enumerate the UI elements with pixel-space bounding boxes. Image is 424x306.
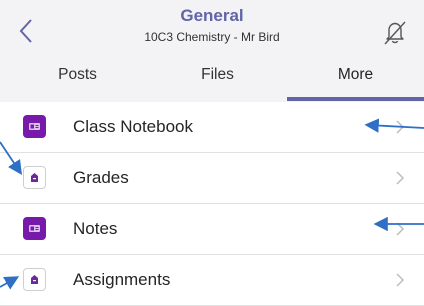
bell-off-icon [384, 21, 406, 45]
notifications-button[interactable] [380, 18, 410, 48]
list-item-label: Notes [73, 219, 118, 238]
apps-list: Class Notebook Grades Notes Assignments [0, 102, 424, 306]
channel-header: General 10C3 Chemistry - Mr Bird [0, 5, 424, 45]
onenote-icon [23, 115, 46, 138]
list-item-label: Assignments [73, 270, 171, 289]
list-item-grades[interactable]: Grades [0, 153, 424, 204]
tab-files[interactable]: Files [160, 58, 275, 98]
chevron-right-icon [396, 120, 405, 134]
tab-more[interactable]: More [298, 58, 413, 98]
list-item-notes[interactable]: Notes [0, 204, 424, 255]
list-item-assignments[interactable]: Assignments [0, 255, 424, 306]
chevron-right-icon [396, 171, 405, 185]
list-item-label: Class Notebook [73, 117, 194, 136]
team-subtitle: 10C3 Chemistry - Mr Bird [144, 30, 280, 44]
chevron-right-icon [396, 222, 405, 236]
channel-title: General [180, 6, 244, 25]
assignments-icon [23, 166, 46, 189]
chevron-right-icon [396, 273, 405, 287]
active-tab-indicator [287, 97, 424, 101]
top-bar: General 10C3 Chemistry - Mr Bird Posts F… [0, 0, 424, 102]
onenote-icon [23, 217, 46, 240]
channel-tabs: Posts Files More [0, 58, 424, 102]
tab-posts[interactable]: Posts [20, 58, 135, 98]
assignments-icon [23, 268, 46, 291]
list-item-class-notebook[interactable]: Class Notebook [0, 102, 424, 153]
list-item-label: Grades [73, 168, 129, 187]
